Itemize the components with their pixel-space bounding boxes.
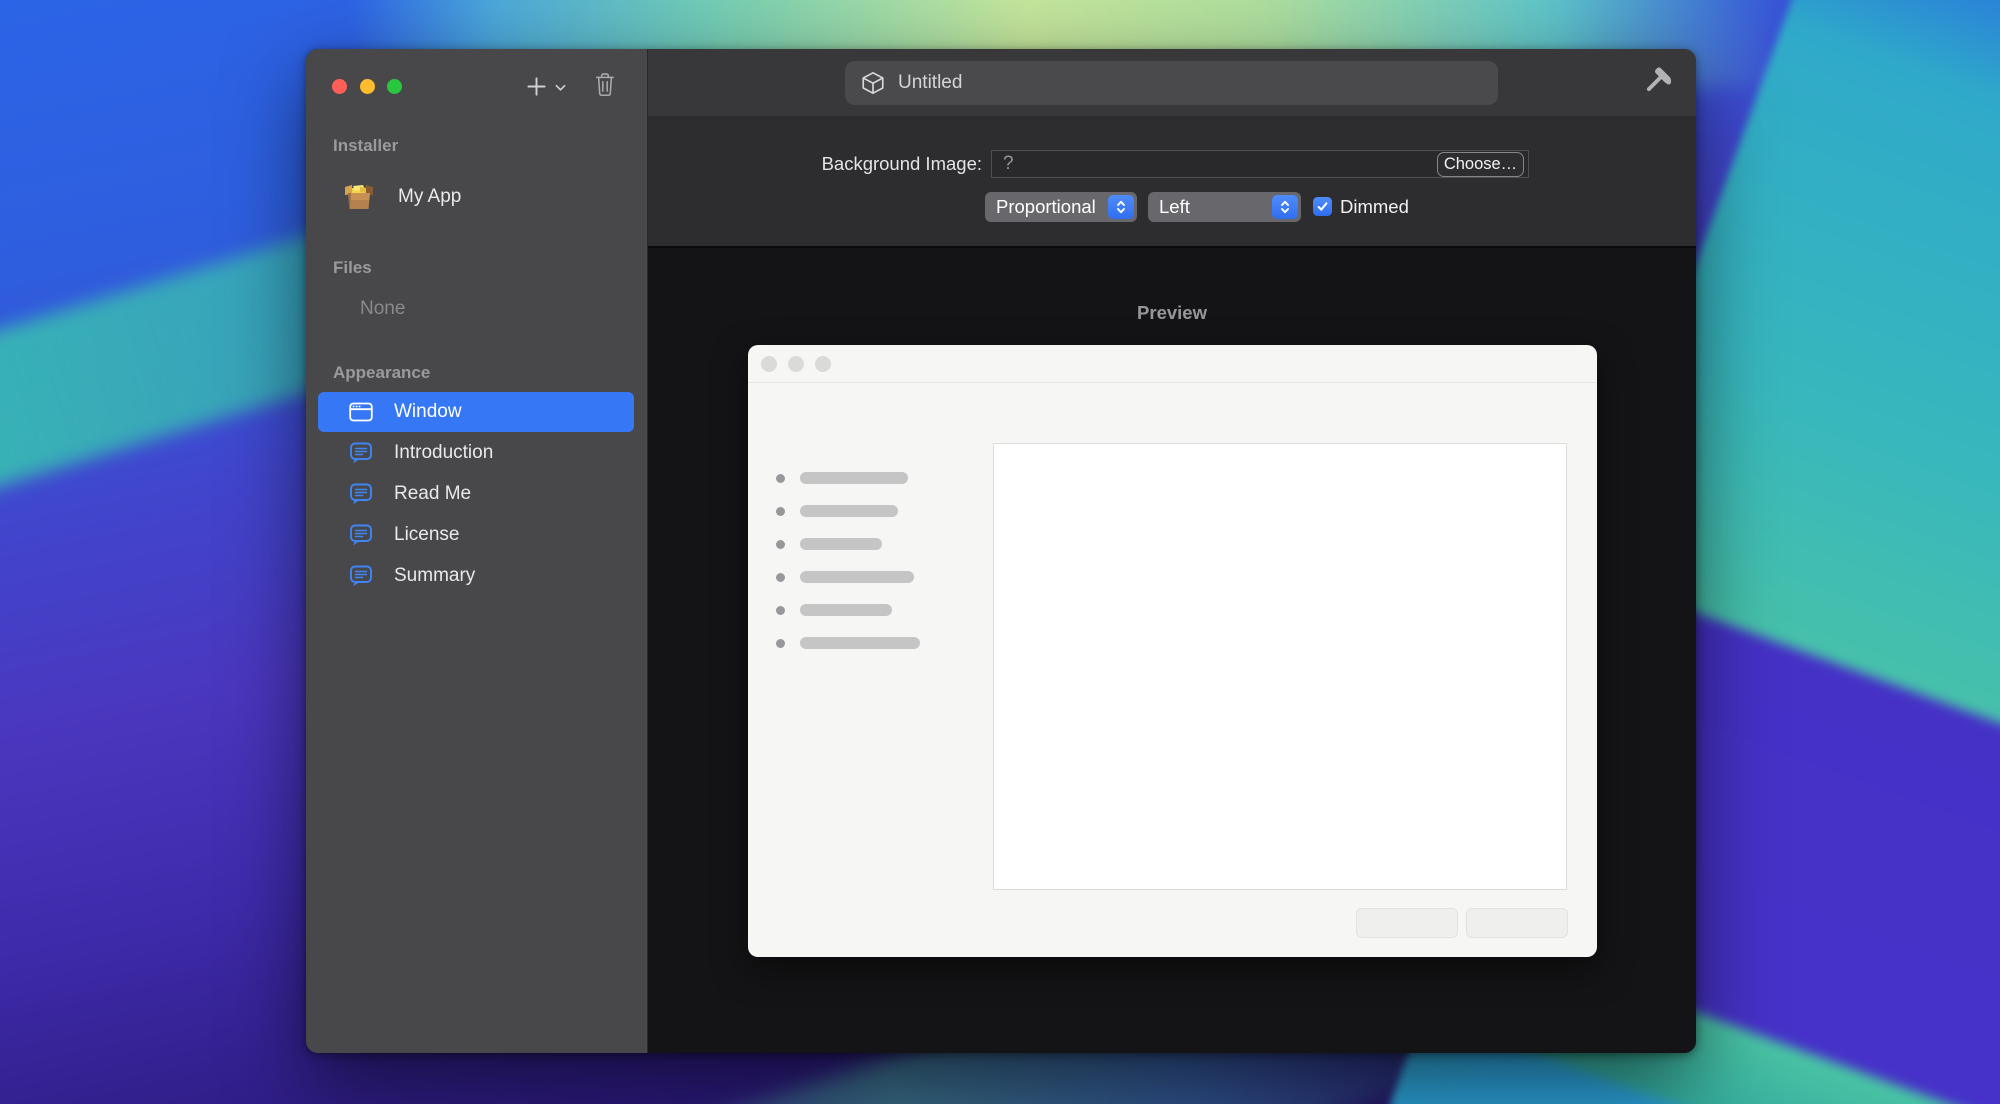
sidebar-item-label: Summary	[394, 556, 475, 596]
close-button[interactable]	[332, 79, 347, 94]
preview-titlebar	[748, 345, 1597, 383]
speech-bubble-icon	[348, 440, 374, 466]
toolbar: Untitled	[648, 49, 1696, 117]
preview-back-button-placeholder	[1356, 908, 1458, 938]
plus-icon	[526, 76, 547, 97]
checkmark-icon	[1316, 200, 1329, 213]
step-placeholder-bar	[800, 538, 882, 550]
trash-icon	[594, 71, 616, 98]
alignment-popup[interactable]: Left	[1148, 192, 1301, 222]
document-title-field[interactable]: Untitled	[845, 61, 1498, 105]
sidebar-section-files: Files	[333, 258, 623, 278]
main-area: Untitled Background Image: ? Choose… Pr	[648, 49, 1696, 1053]
sidebar-item-introduction[interactable]: Introduction	[318, 433, 634, 473]
step-bullet	[776, 639, 785, 648]
step-placeholder-bar	[800, 604, 892, 616]
sidebar-item-label: My App	[398, 175, 461, 219]
step-bullet	[776, 540, 785, 549]
scaling-popup-value: Proportional	[996, 192, 1096, 222]
sidebar-item-my-app[interactable]: My App	[318, 175, 636, 219]
sidebar-item-label: Window	[394, 392, 462, 432]
sidebar-item-window[interactable]: Window	[318, 392, 634, 432]
step-placeholder-bar	[800, 505, 898, 517]
step-bullet	[776, 474, 785, 483]
preview-title: Preview	[648, 302, 1696, 324]
sidebar-section-installer: Installer	[333, 136, 623, 156]
sidebar-item-label: Read Me	[394, 474, 471, 514]
sidebar-item-label: Introduction	[394, 433, 493, 473]
app-window: Installer My App Files None Appearance	[306, 49, 1696, 1053]
open-box-icon	[342, 180, 376, 214]
preview-traffic-dot	[761, 356, 777, 372]
choose-button[interactable]: Choose…	[1437, 152, 1524, 177]
sidebar: Installer My App Files None Appearance	[306, 49, 648, 1053]
preview-continue-button-placeholder	[1466, 908, 1568, 938]
dimmed-checkbox[interactable]	[1313, 197, 1332, 216]
sidebar-section-appearance: Appearance	[333, 363, 623, 383]
step-bullet	[776, 606, 785, 615]
speech-bubble-icon	[348, 522, 374, 548]
step-placeholder-bar	[800, 637, 920, 649]
step-placeholder-bar	[800, 472, 908, 484]
add-button[interactable]	[518, 72, 574, 102]
minimize-button[interactable]	[360, 79, 375, 94]
sidebar-item-read-me[interactable]: Read Me	[318, 474, 634, 514]
scaling-popup[interactable]: Proportional	[985, 192, 1137, 222]
background-settings-panel: Background Image: ? Choose… Proportional…	[648, 117, 1696, 248]
preview-traffic-dot	[815, 356, 831, 372]
step-bullet	[776, 507, 785, 516]
dimmed-checkbox-label: Dimmed	[1340, 192, 1409, 222]
delete-button[interactable]	[594, 71, 628, 102]
step-placeholder-bar	[800, 571, 914, 583]
background-image-label: Background Image:	[648, 150, 982, 178]
zoom-button[interactable]	[387, 79, 402, 94]
window-icon	[348, 399, 374, 425]
document-title: Untitled	[898, 61, 962, 105]
hammer-icon	[1638, 64, 1674, 100]
sidebar-item-none: None	[360, 295, 405, 323]
preview-traffic-dot	[788, 356, 804, 372]
preview-window	[748, 345, 1597, 957]
sidebar-item-label: License	[394, 515, 460, 555]
up-down-chevrons-icon	[1272, 195, 1298, 219]
sidebar-item-summary[interactable]: Summary	[318, 556, 634, 596]
speech-bubble-icon	[348, 563, 374, 589]
package-cube-icon	[860, 70, 886, 96]
sidebar-item-license[interactable]: License	[318, 515, 634, 555]
build-button[interactable]	[1638, 64, 1678, 102]
content-area: Preview	[648, 248, 1696, 1053]
alignment-popup-value: Left	[1159, 192, 1190, 222]
preview-content-pane	[993, 443, 1567, 890]
background-image-value: ?	[1003, 151, 1014, 177]
up-down-chevrons-icon	[1108, 195, 1134, 219]
chevron-down-icon	[555, 84, 566, 92]
speech-bubble-icon	[348, 481, 374, 507]
step-bullet	[776, 573, 785, 582]
